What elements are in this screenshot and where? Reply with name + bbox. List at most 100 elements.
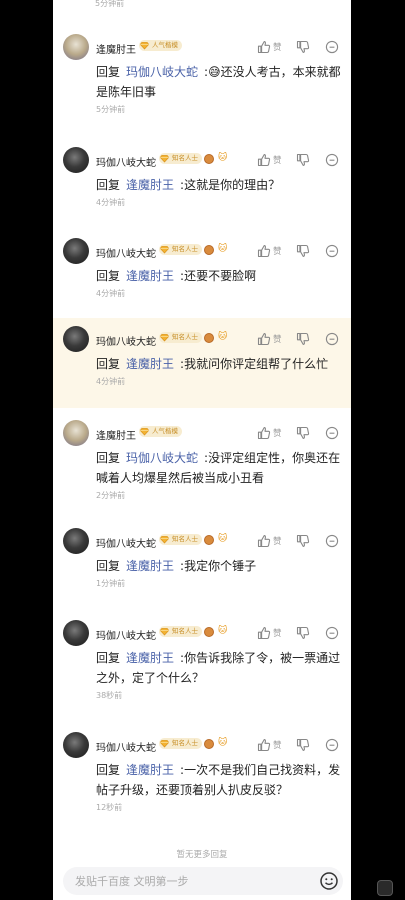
more-options-icon[interactable]: [325, 152, 339, 167]
username[interactable]: 玛伽八岐大蛇: [96, 333, 156, 348]
username[interactable]: 玛伽八岐大蛇: [96, 739, 156, 754]
medal-icon: [204, 534, 214, 545]
comment-item: 玛伽八岐大蛇 知名人士 🐱 赞回复 逢魔肘王:一次不是我们自己找资料，发帖子升级，还要顶…: [53, 732, 351, 827]
user-level-badge: 知名人士: [159, 332, 202, 343]
gem-icon: [139, 427, 150, 436]
like-icon[interactable]: [257, 533, 271, 548]
reply-text[interactable]: 回复 逢魔肘王:我就问你评定组帮了什么忙: [96, 354, 346, 374]
username[interactable]: 玛伽八岐大蛇: [96, 154, 156, 169]
reply-text[interactable]: 回复 逢魔肘王:这就是你的理由？: [96, 175, 346, 195]
avatar[interactable]: [63, 420, 89, 446]
reply-text[interactable]: 回复 逢魔肘王:你告诉我除了令，被一票通过之外，定了个什么？: [96, 648, 346, 688]
gem-icon: [159, 739, 170, 748]
reply-input-placeholder: 发贴千百度 文明第一步: [75, 875, 189, 888]
like-label[interactable]: 赞: [273, 739, 282, 751]
like-icon[interactable]: [257, 243, 271, 258]
previous-comment-timestamp: 5分钟前: [95, 0, 125, 8]
more-options-icon[interactable]: [325, 737, 339, 752]
username[interactable]: 玛伽八岐大蛇: [96, 627, 156, 642]
like-label[interactable]: 赞: [273, 154, 282, 166]
dislike-icon[interactable]: [296, 425, 310, 439]
like-icon[interactable]: [257, 625, 271, 640]
like-label[interactable]: 赞: [273, 333, 282, 345]
reply-text[interactable]: 回复 玛伽八岐大蛇:没评定组定性，你奥还在喊着人均爆星然后被当成小丑看: [96, 448, 346, 488]
badge-label: 知名人士: [172, 739, 198, 747]
medal-icon: [204, 153, 214, 164]
user-level-badge: 知名人士: [159, 626, 202, 637]
dislike-icon[interactable]: [296, 533, 310, 547]
user-level-badge: 人气楷模: [139, 426, 182, 437]
timestamp: 1分钟前: [96, 579, 126, 588]
reply-prefix: 回复: [96, 559, 121, 573]
mentioned-user[interactable]: 逢魔肘王: [126, 559, 174, 573]
reply-text[interactable]: 回复 逢魔肘王:还要不要脸啊: [96, 266, 346, 286]
mentioned-user[interactable]: 逢魔肘王: [126, 651, 174, 665]
emoji-icon[interactable]: [319, 871, 339, 891]
reply-input-bar[interactable]: 发贴千百度 文明第一步: [63, 867, 343, 895]
user-level-badge: 知名人士: [159, 534, 202, 545]
floating-window-button[interactable]: [377, 880, 393, 896]
more-options-icon[interactable]: [325, 425, 339, 440]
dislike-icon[interactable]: [296, 243, 310, 257]
medal-icon: [204, 738, 214, 749]
more-options-icon[interactable]: [325, 243, 339, 258]
dislike-icon[interactable]: [296, 39, 310, 53]
mentioned-user[interactable]: 逢魔肘王: [126, 357, 174, 371]
mentioned-user[interactable]: 玛伽八岐大蛇: [126, 451, 198, 465]
reply-content: 我就问你评定组帮了什么忙: [184, 357, 329, 371]
like-label[interactable]: 赞: [273, 427, 282, 439]
reply-text[interactable]: 回复 玛伽八岐大蛇:😅还没人考古，本来就都是陈年旧事: [96, 62, 346, 102]
avatar[interactable]: [63, 326, 89, 352]
dislike-icon[interactable]: [296, 625, 310, 639]
mentioned-user[interactable]: 逢魔肘王: [126, 763, 174, 777]
avatar[interactable]: [63, 528, 89, 554]
dislike-icon[interactable]: [296, 331, 310, 345]
username[interactable]: 逢魔肘王: [96, 41, 136, 56]
like-label[interactable]: 赞: [273, 245, 282, 257]
mentioned-user[interactable]: 逢魔肘王: [126, 269, 174, 283]
mentioned-user[interactable]: 玛伽八岐大蛇: [126, 65, 198, 79]
badge-label: 知名人士: [172, 154, 198, 162]
reply-prefix: 回复: [96, 65, 121, 79]
more-options-icon[interactable]: [325, 39, 339, 54]
avatar[interactable]: [63, 34, 89, 60]
reply-content: 我定你个锤子: [184, 559, 257, 573]
reply-prefix: 回复: [96, 451, 121, 465]
timestamp: 4分钟前: [96, 289, 126, 298]
reply-prefix: 回复: [96, 763, 121, 777]
username[interactable]: 玛伽八岐大蛇: [96, 535, 156, 550]
badge-label: 知名人士: [172, 245, 198, 253]
avatar[interactable]: [63, 620, 89, 646]
more-options-icon[interactable]: [325, 331, 339, 346]
reply-text[interactable]: 回复 逢魔肘王:一次不是我们自己找资料，发帖子升级，还要顶着别人扒皮反驳？: [96, 760, 346, 800]
like-icon[interactable]: [257, 737, 271, 752]
like-label[interactable]: 赞: [273, 627, 282, 639]
comment-item: 逢魔肘王 人气楷模 赞回复 玛伽八岐大蛇:没评定组定性，你奥还在喊着人均爆星然后被当成…: [53, 420, 351, 515]
timestamp: 5分钟前: [96, 105, 126, 114]
dislike-icon[interactable]: [296, 737, 310, 751]
reply-text[interactable]: 回复 逢魔肘王:我定你个锤子: [96, 556, 346, 576]
username[interactable]: 玛伽八岐大蛇: [96, 245, 156, 260]
like-label[interactable]: 赞: [273, 535, 282, 547]
avatar[interactable]: [63, 147, 89, 173]
avatar[interactable]: [63, 732, 89, 758]
mentioned-user[interactable]: 逢魔肘王: [126, 178, 174, 192]
more-options-icon[interactable]: [325, 533, 339, 548]
comment-item: 玛伽八岐大蛇 知名人士 🐱 赞回复 逢魔肘王:这就是你的理由？ 4分钟前: [53, 147, 351, 227]
gem-icon: [159, 535, 170, 544]
badge-label: 知名人士: [172, 535, 198, 543]
user-level-badge: 知名人士: [159, 738, 202, 749]
avatar[interactable]: [63, 238, 89, 264]
user-level-badge: 人气楷模: [139, 40, 182, 51]
like-icon[interactable]: [257, 39, 271, 54]
reply-content: 这就是你的理由？: [184, 178, 281, 192]
like-icon[interactable]: [257, 152, 271, 167]
dislike-icon[interactable]: [296, 152, 310, 166]
cat-face-icon: 🐱: [218, 626, 228, 636]
like-icon[interactable]: [257, 425, 271, 440]
like-label[interactable]: 赞: [273, 41, 282, 53]
username[interactable]: 逢魔肘王: [96, 427, 136, 442]
more-options-icon[interactable]: [325, 625, 339, 640]
like-icon[interactable]: [257, 331, 271, 346]
timestamp: 38秒前: [96, 691, 123, 700]
